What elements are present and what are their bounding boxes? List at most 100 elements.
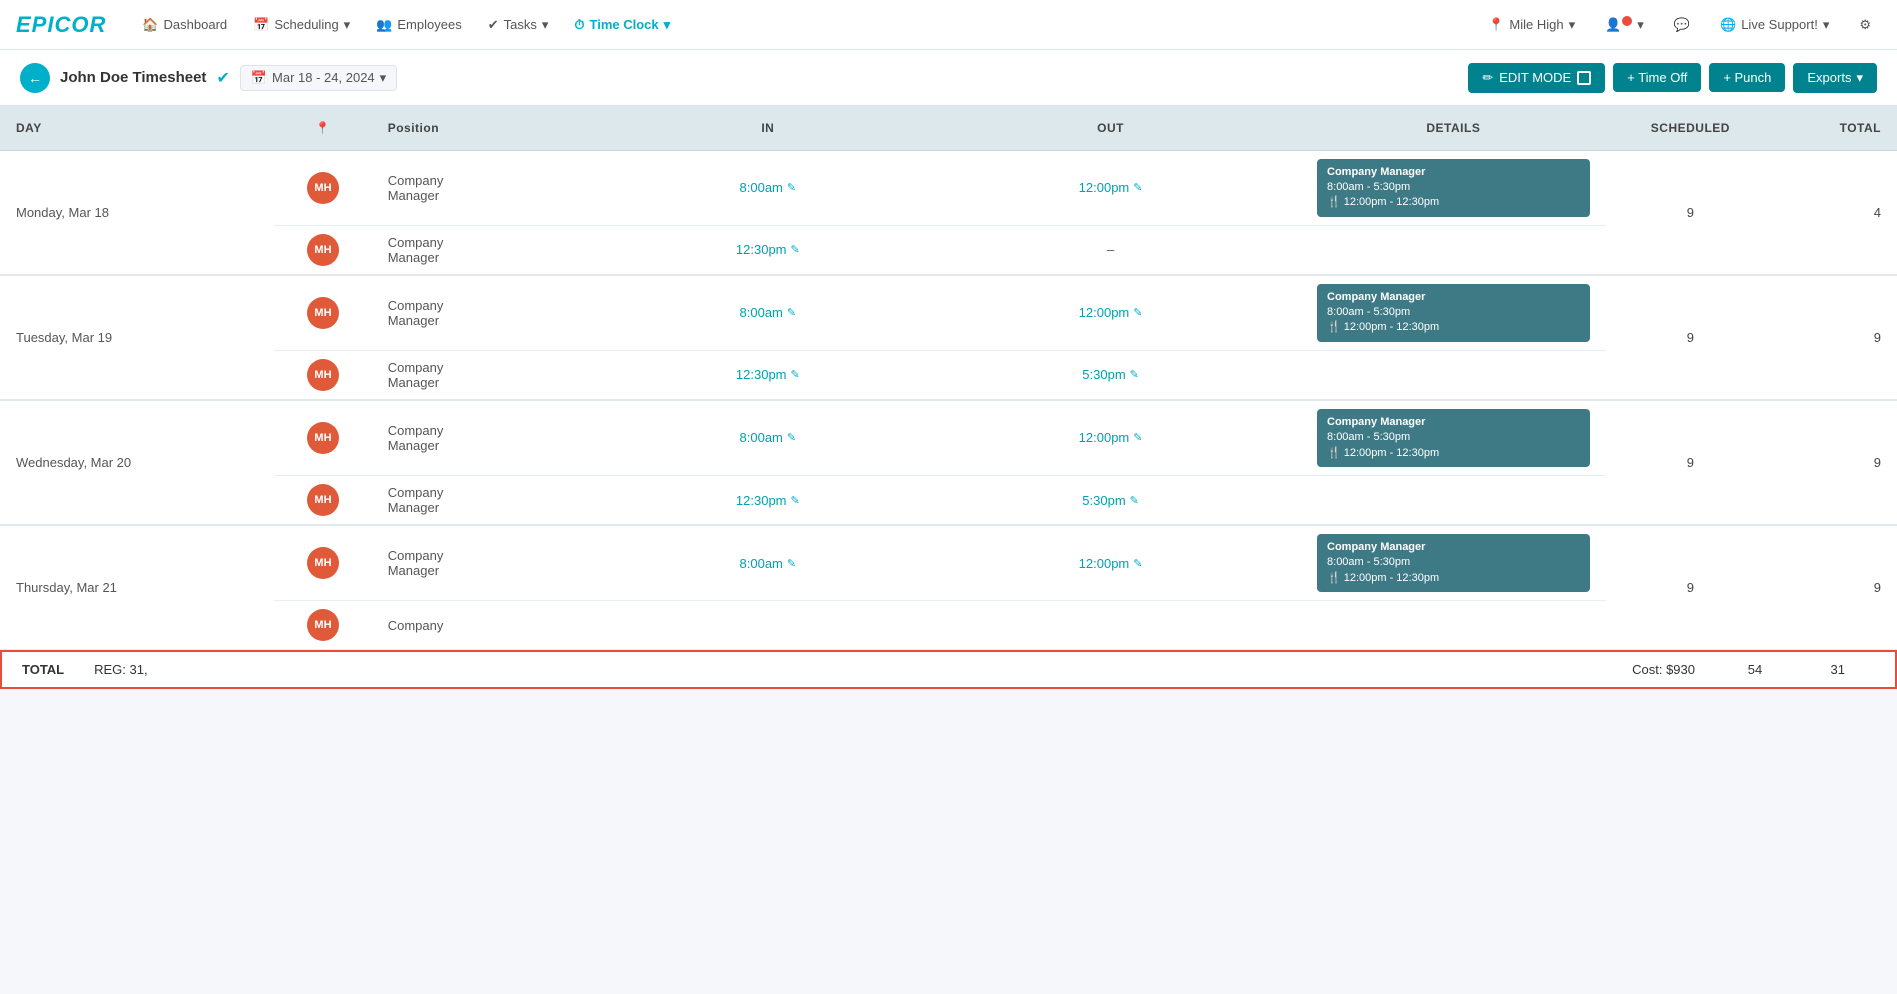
position-cell: CompanyManager xyxy=(372,525,616,601)
exports-button[interactable]: Exports ▾ xyxy=(1793,63,1877,93)
details-card-time: 8:00am - 5:30pm xyxy=(1327,430,1580,445)
in-time-edit-icon[interactable]: ✎ xyxy=(787,181,796,194)
check-icon[interactable]: ✔ xyxy=(216,68,229,88)
timesheet-title: John Doe Timesheet xyxy=(60,69,206,86)
out-time-cell: 12:00pm✎ xyxy=(920,525,1301,601)
location-badge-cell: MH xyxy=(274,400,372,476)
details-cell xyxy=(1301,601,1606,650)
nav-scheduling[interactable]: 📅 Scheduling ▾ xyxy=(241,11,362,39)
nav-tasks[interactable]: ✔ Tasks ▾ xyxy=(476,11,561,39)
col-day: DAY xyxy=(0,106,274,150)
out-time-value[interactable]: 12:00pm xyxy=(1079,180,1130,195)
user-status-dot xyxy=(1622,16,1632,26)
totals-reg: REG: 31, xyxy=(94,662,147,677)
out-time-value[interactable]: 5:30pm xyxy=(1082,493,1125,508)
dashboard-icon: 🏠 xyxy=(142,17,158,33)
scheduled-cell: 9 xyxy=(1606,525,1775,650)
in-time-value[interactable]: 12:30pm xyxy=(736,367,787,382)
location-badge-cell: MH xyxy=(274,150,372,225)
out-time-value[interactable]: 5:30pm xyxy=(1082,367,1125,382)
nav-user[interactable]: 👤 ▾ xyxy=(1595,12,1654,38)
col-total: TOTAL xyxy=(1775,106,1897,150)
scheduling-icon: 📅 xyxy=(253,17,269,33)
details-card: Company Manager 8:00am - 5:30pm 🍴12:00pm… xyxy=(1317,534,1590,592)
nav-timeclock[interactable]: ⏱ Time Clock ▾ xyxy=(562,11,682,39)
nav-timeclock-label: Time Clock xyxy=(590,17,659,32)
details-card-title: Company Manager xyxy=(1327,540,1580,555)
details-card-break: 🍴12:00pm - 12:30pm xyxy=(1327,571,1580,586)
in-time-edit-icon[interactable]: ✎ xyxy=(787,557,796,570)
col-details: DETAILS xyxy=(1301,106,1606,150)
edit-mode-button[interactable]: ✏ EDIT MODE xyxy=(1468,63,1605,93)
details-card-title: Company Manager xyxy=(1327,165,1580,180)
date-dropdown-icon: ▾ xyxy=(380,70,387,86)
out-time-value[interactable]: 12:00pm xyxy=(1079,430,1130,445)
nav-live-support-label: Live Support! xyxy=(1741,17,1818,32)
punch-button[interactable]: + Punch xyxy=(1709,63,1785,92)
nav-mile-high[interactable]: 📍 Mile High ▾ xyxy=(1478,12,1585,38)
in-time-edit-icon[interactable]: ✎ xyxy=(791,494,800,507)
totals-label: TOTAL xyxy=(22,662,64,677)
in-time-value[interactable]: 12:30pm xyxy=(736,493,787,508)
edit-pencil-icon: ✏ xyxy=(1482,70,1493,86)
out-time-edit-icon[interactable]: ✎ xyxy=(1130,368,1139,381)
out-time-edit-icon[interactable]: ✎ xyxy=(1133,181,1142,194)
date-range-selector[interactable]: 📅 Mar 18 - 24, 2024 ▾ xyxy=(240,65,397,91)
edit-mode-label: EDIT MODE xyxy=(1499,70,1571,85)
in-time-value[interactable]: 8:00am xyxy=(740,556,783,571)
in-time-edit-icon[interactable]: ✎ xyxy=(791,368,800,381)
in-time-value[interactable]: 8:00am xyxy=(740,430,783,445)
location-badge-cell: MH xyxy=(274,525,372,601)
scheduled-cell: 9 xyxy=(1606,275,1775,400)
timesheet-table-container: DAY 📍 Position IN OUT DETAILS SCHEDULED … xyxy=(0,106,1897,650)
details-card-title: Company Manager xyxy=(1327,290,1580,305)
mile-high-dropdown-icon: ▾ xyxy=(1569,17,1576,33)
out-time-value[interactable]: 12:00pm xyxy=(1079,556,1130,571)
out-time-edit-icon[interactable]: ✎ xyxy=(1133,306,1142,319)
nav-chat[interactable]: 💬 xyxy=(1664,12,1700,38)
position-cell: CompanyManager xyxy=(372,400,616,476)
out-time-cell: – xyxy=(920,225,1301,275)
mile-high-icon: 📍 xyxy=(1488,17,1504,33)
time-off-button[interactable]: + Time Off xyxy=(1613,63,1701,92)
in-time-value[interactable]: 12:30pm xyxy=(736,242,787,257)
table-row: Tuesday, Mar 19MHCompanyManager8:00am✎12… xyxy=(0,275,1897,351)
out-time-edit-icon[interactable]: ✎ xyxy=(1133,557,1142,570)
details-cell: Company Manager 8:00am - 5:30pm 🍴12:00pm… xyxy=(1301,150,1606,225)
nav-settings[interactable]: ⚙ xyxy=(1849,12,1881,38)
out-time-edit-icon[interactable]: ✎ xyxy=(1130,494,1139,507)
location-badge: MH xyxy=(307,422,339,454)
location-badge-cell: MH xyxy=(274,350,372,400)
nav-dashboard[interactable]: 🏠 Dashboard xyxy=(130,11,239,39)
in-time-cell: 8:00am ✎ xyxy=(615,400,920,476)
in-time-value[interactable]: 8:00am xyxy=(740,305,783,320)
nav-tasks-label: Tasks xyxy=(504,17,537,32)
total-cell: 9 xyxy=(1775,525,1897,650)
in-time-edit-icon[interactable]: ✎ xyxy=(787,431,796,444)
location-badge: MH xyxy=(307,484,339,516)
in-time-edit-icon[interactable]: ✎ xyxy=(791,243,800,256)
nav-employees[interactable]: 👥 Employees xyxy=(364,11,474,39)
in-time-edit-icon[interactable]: ✎ xyxy=(787,306,796,319)
out-time-value[interactable]: 12:00pm xyxy=(1079,305,1130,320)
details-card-time: 8:00am - 5:30pm xyxy=(1327,305,1580,320)
col-in: IN xyxy=(615,106,920,150)
timeclock-dropdown-icon: ▾ xyxy=(664,17,671,33)
logo: EPICOR xyxy=(16,12,106,38)
totals-cost: Cost: $930 xyxy=(1632,662,1695,677)
in-time-value[interactable]: 8:00am xyxy=(740,180,783,195)
calendar-icon: 📅 xyxy=(251,70,267,86)
position-cell: CompanyManager xyxy=(372,150,616,225)
details-card-break: 🍴12:00pm - 12:30pm xyxy=(1327,320,1580,335)
header-bar: ← John Doe Timesheet ✔ 📅 Mar 18 - 24, 20… xyxy=(0,50,1897,106)
in-time-cell: 8:00am ✎ xyxy=(615,275,920,351)
nav-live-support[interactable]: 🌐 Live Support! ▾ xyxy=(1710,12,1839,38)
details-card-title: Company Manager xyxy=(1327,415,1580,430)
live-support-dropdown-icon: ▾ xyxy=(1823,17,1830,33)
in-time-cell: 12:30pm ✎ xyxy=(615,225,920,275)
totals-bar: TOTAL REG: 31, Cost: $930 54 31 xyxy=(0,650,1897,689)
day-label: Tuesday, Mar 19 xyxy=(0,275,274,400)
out-time-edit-icon[interactable]: ✎ xyxy=(1133,431,1142,444)
tasks-dropdown-icon: ▾ xyxy=(542,17,549,33)
back-button[interactable]: ← xyxy=(20,63,50,93)
